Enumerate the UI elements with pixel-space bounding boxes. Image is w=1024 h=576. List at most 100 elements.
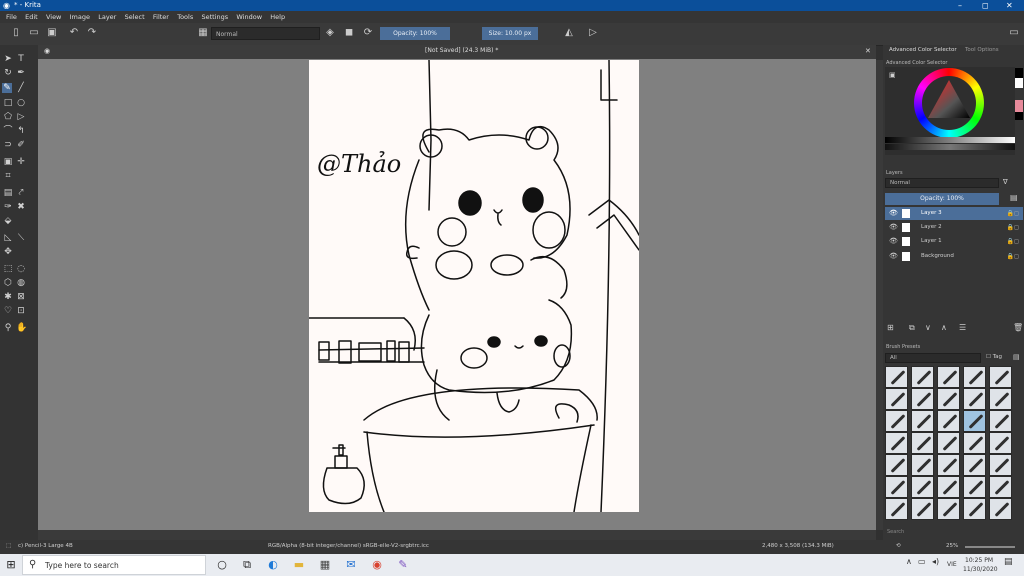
shade-selector-1[interactable] [885, 137, 1015, 143]
menu-image[interactable]: Image [70, 11, 90, 23]
bezier-tool-icon[interactable]: ⌒ [3, 126, 13, 136]
transform-tool-icon[interactable]: ▣ [3, 157, 13, 167]
toolbar-menu-icon[interactable]: ▭ [1008, 27, 1020, 39]
gradient-tool-icon[interactable]: ▤ [3, 188, 13, 198]
crop-tool-icon[interactable]: ⌗ [3, 171, 13, 181]
brush-preset-tile[interactable] [963, 366, 986, 388]
brush-preset-tile[interactable] [885, 476, 908, 498]
brush-preset-tile[interactable] [911, 410, 934, 432]
menu-file[interactable]: File [6, 11, 17, 23]
magnetic-select-tool-icon[interactable]: ⊡ [16, 306, 26, 316]
color-picker-tool-icon[interactable]: ⤤ [16, 188, 26, 198]
brush-preset-tile[interactable] [911, 432, 934, 454]
tab-tool-options[interactable]: Tool Options [965, 47, 999, 53]
menu-help[interactable]: Help [270, 11, 285, 23]
brush-preset-tile[interactable] [989, 476, 1012, 498]
ellipse-select-tool-icon[interactable]: ◌ [16, 264, 26, 274]
layer-blend-select[interactable]: Normal [885, 178, 999, 188]
polygon-tool-icon[interactable]: ⬠ [3, 112, 13, 122]
brush-preset-tile[interactable] [885, 454, 908, 476]
layer-row-layer-3[interactable]: 👁 Layer 3 🔒◻ [885, 207, 1023, 220]
close-button[interactable]: ✕ [1006, 0, 1013, 11]
swatch-black[interactable] [1015, 68, 1023, 78]
open-folder-icon[interactable]: ▭ [28, 27, 40, 39]
brush-preset-tile[interactable] [963, 410, 986, 432]
visibility-eye-icon[interactable]: 👁 [889, 235, 898, 248]
mirror-vertical-icon[interactable]: ▷ [587, 27, 599, 39]
mail-icon[interactable]: ✉ [344, 558, 358, 572]
tab-advanced-color-selector[interactable]: Advanced Color Selector [889, 47, 957, 53]
new-document-icon[interactable]: ▯ [10, 27, 22, 39]
layer-lock-icon[interactable]: 🔒◻ [1007, 250, 1019, 263]
polygon-select-tool-icon[interactable]: ⬡ [3, 278, 13, 288]
freehand-path-tool-icon[interactable]: ↰ [16, 126, 26, 136]
measure-tool-icon[interactable]: ◺ [3, 233, 13, 243]
chrome-icon[interactable]: ◉ [370, 558, 384, 572]
brush-preset-tile[interactable] [911, 388, 934, 410]
brush-preset-tile[interactable] [963, 476, 986, 498]
swatch-white[interactable] [1015, 78, 1023, 88]
vertical-scrollbar[interactable] [876, 60, 883, 530]
menu-edit[interactable]: Edit [25, 11, 38, 23]
move-tool-icon[interactable]: ✛ [16, 157, 26, 167]
size-slider[interactable]: Size: 10.00 px [482, 27, 538, 40]
clock-date[interactable]: 11/30/2020 [963, 566, 998, 573]
close-document-icon[interactable]: ✕ [865, 47, 871, 55]
brush-preset-tile[interactable] [963, 388, 986, 410]
tray-chevron-icon[interactable]: ∧ [906, 557, 912, 566]
clock-time[interactable]: 10:25 PM [965, 557, 993, 564]
brush-view-icon[interactable]: ▤ [1013, 353, 1020, 361]
visibility-eye-icon[interactable]: 👁 [889, 221, 898, 234]
ellipse-tool-icon[interactable]: ○ [16, 98, 26, 108]
rectangle-tool-icon[interactable]: □ [3, 98, 13, 108]
menu-filter[interactable]: Filter [153, 11, 169, 23]
minimize-button[interactable]: – [958, 0, 962, 11]
swatch-dark[interactable] [1015, 112, 1023, 120]
text-tool-icon[interactable]: T [16, 54, 26, 64]
brush-preset-tile[interactable] [989, 498, 1012, 520]
move-up-icon[interactable]: ∧ [941, 323, 947, 332]
bezier-select-tool-icon[interactable]: ♡ [3, 306, 13, 316]
rect-select-tool-icon[interactable]: ⬚ [3, 264, 13, 274]
pan-tool-icon[interactable]: ✋ [16, 323, 27, 333]
select-shapes-tool-icon[interactable]: ➤ [3, 54, 13, 64]
store-icon[interactable]: ▦ [318, 558, 332, 572]
add-layer-icon[interactable]: ⊞ [887, 323, 894, 332]
brush-preset-tile[interactable] [885, 410, 908, 432]
zoom-slider[interactable] [965, 546, 1015, 548]
undo-icon[interactable]: ↶ [68, 27, 80, 39]
status-rotation-icon[interactable]: ⟲ [896, 543, 901, 549]
polyline-tool-icon[interactable]: ▷ [16, 112, 26, 122]
save-icon[interactable]: ▣ [46, 27, 58, 39]
brush-preset-tile[interactable] [937, 388, 960, 410]
krita-taskbar-icon[interactable]: ✎ [396, 558, 410, 572]
move-down-icon[interactable]: ∨ [925, 323, 931, 332]
menu-settings[interactable]: Settings [201, 11, 228, 23]
blend-mode-select[interactable]: Normal [211, 27, 320, 40]
brush-preset-tile[interactable] [911, 476, 934, 498]
layer-row-layer-2[interactable]: 👁 Layer 2 🔒◻ [885, 221, 1023, 234]
menu-tools[interactable]: Tools [177, 11, 193, 23]
menu-layer[interactable]: Layer [98, 11, 116, 23]
brush-preset-tile[interactable] [989, 366, 1012, 388]
brush-preset-tile[interactable] [937, 432, 960, 454]
language-indicator[interactable]: VIE [947, 561, 957, 568]
brush-preset-tile[interactable] [885, 366, 908, 388]
assistant-tool-icon[interactable]: ⟍ [16, 233, 26, 243]
brush-preset-tile[interactable] [937, 410, 960, 432]
layer-row-background[interactable]: 👁 Background 🔒◻ [885, 250, 1023, 263]
mirror-horizontal-icon[interactable]: ◭ [563, 27, 575, 39]
brush-preset-tile[interactable] [989, 388, 1012, 410]
multibrush-tool-icon[interactable]: ✐ [16, 140, 26, 150]
brush-preset-tile[interactable] [911, 498, 934, 520]
layer-lock-icon[interactable]: 🔒◻ [1007, 235, 1019, 248]
brush-filter-select[interactable]: All [885, 353, 981, 363]
freehand-brush-tool-icon[interactable]: ✎ [2, 83, 12, 93]
brush-preset-tile[interactable] [963, 498, 986, 520]
menu-view[interactable]: View [46, 11, 61, 23]
visibility-eye-icon[interactable]: 👁 [889, 250, 898, 263]
brush-preset-tile[interactable] [989, 454, 1012, 476]
brush-preset-tile[interactable] [989, 432, 1012, 454]
opacity-slider[interactable]: Opacity: 100% [380, 27, 450, 40]
brush-preset-tile[interactable] [963, 454, 986, 476]
